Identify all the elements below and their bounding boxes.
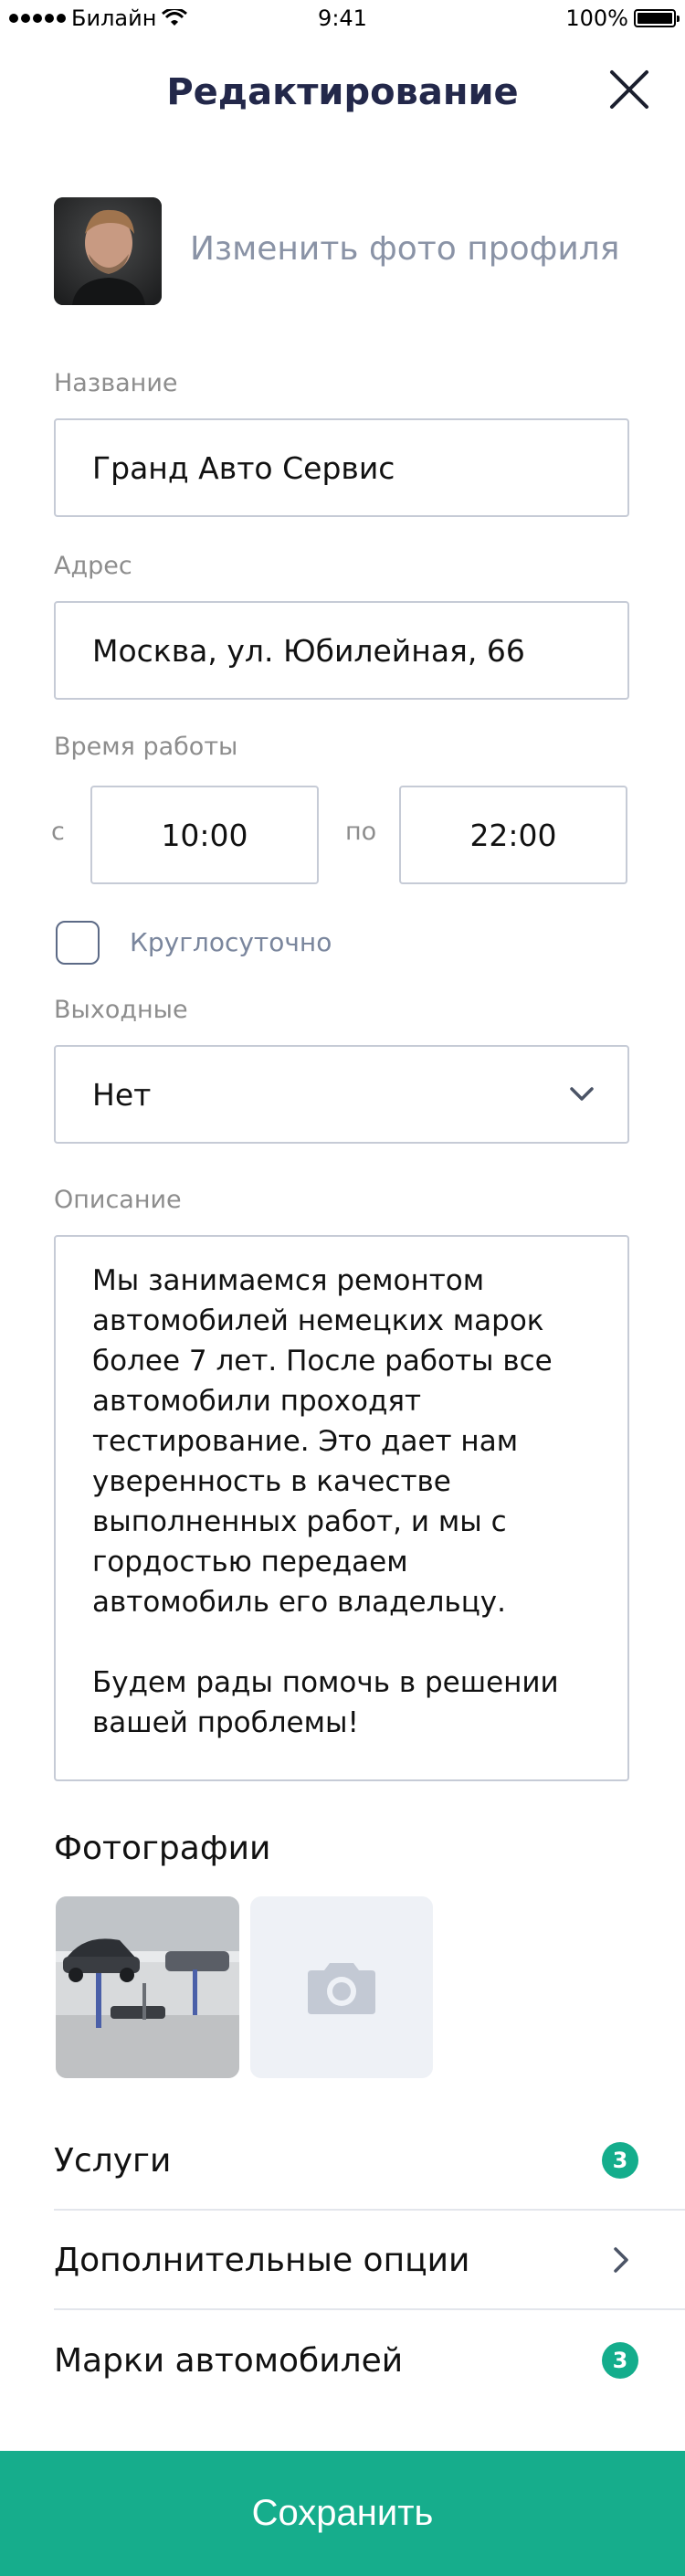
address-value: Москва, ул. Юбилейная, 66: [92, 632, 525, 669]
camera-icon: [308, 1962, 375, 2014]
chevron-right-icon: [614, 2247, 628, 2273]
days-off-value: Нет: [92, 1076, 152, 1113]
round-the-clock-checkbox[interactable]: [56, 921, 100, 965]
hours-from-label: с: [51, 818, 65, 846]
name-label: Название: [54, 369, 178, 397]
car-brands-count-badge: 3: [602, 2342, 638, 2379]
page-title: Редактирование: [166, 71, 519, 113]
change-photo-link[interactable]: Изменить фото профиля: [190, 230, 619, 268]
name-value: Гранд Авто Сервис: [92, 449, 395, 486]
name-field[interactable]: Гранд Авто Сервис: [54, 418, 629, 517]
address-label: Адрес: [54, 552, 132, 580]
round-the-clock-label[interactable]: Круглосуточно: [130, 927, 332, 957]
description-paragraph-1: Мы занимаемся ремонтом автомобилей немец…: [92, 1264, 553, 1619]
photos-title: Фотографии: [54, 1830, 271, 1867]
hours-label: Время работы: [54, 733, 238, 761]
hours-to-value: 22:00: [469, 817, 557, 853]
car-brands-label: Марки автомобилей: [54, 2341, 404, 2380]
description-label: Описание: [54, 1186, 182, 1214]
car-brands-row[interactable]: Марки автомобилей 3: [54, 2311, 638, 2410]
extra-options-label: Дополнительные опции: [54, 2241, 470, 2279]
photo-thumbnail[interactable]: [56, 1896, 239, 2078]
close-icon[interactable]: [606, 67, 652, 112]
chevron-down-icon: [570, 1087, 594, 1101]
address-field[interactable]: Москва, ул. Юбилейная, 66: [54, 601, 629, 700]
days-off-label: Выходные: [54, 996, 188, 1024]
hours-from-value: 10:00: [161, 817, 248, 853]
battery-percent: 100%: [565, 5, 628, 31]
avatar[interactable]: [54, 197, 162, 305]
extra-options-row[interactable]: Дополнительные опции: [54, 2211, 638, 2309]
hours-to-label: по: [345, 818, 377, 846]
hours-from-field[interactable]: 10:00: [90, 786, 319, 884]
status-right: 100%: [565, 5, 680, 31]
description-paragraph-2: Будем рады помочь в решении вашей пробле…: [92, 1666, 559, 1739]
services-count-badge: 3: [602, 2142, 638, 2179]
hours-to-field[interactable]: 22:00: [399, 786, 627, 884]
days-off-select[interactable]: Нет: [54, 1045, 629, 1144]
avatar-image: [54, 197, 162, 305]
services-row[interactable]: Услуги 3: [54, 2111, 638, 2210]
description-textarea[interactable]: Мы занимаемся ремонтом автомобилей немец…: [54, 1235, 629, 1781]
add-photo-button[interactable]: [250, 1896, 433, 2078]
save-button[interactable]: Сохранить: [0, 2451, 685, 2576]
battery-icon: [634, 9, 680, 27]
services-label: Услуги: [54, 2141, 172, 2180]
garage-photo: [56, 1896, 239, 2078]
status-bar: Билайн 9:41 100%: [0, 0, 685, 37]
divider: [54, 2308, 685, 2310]
